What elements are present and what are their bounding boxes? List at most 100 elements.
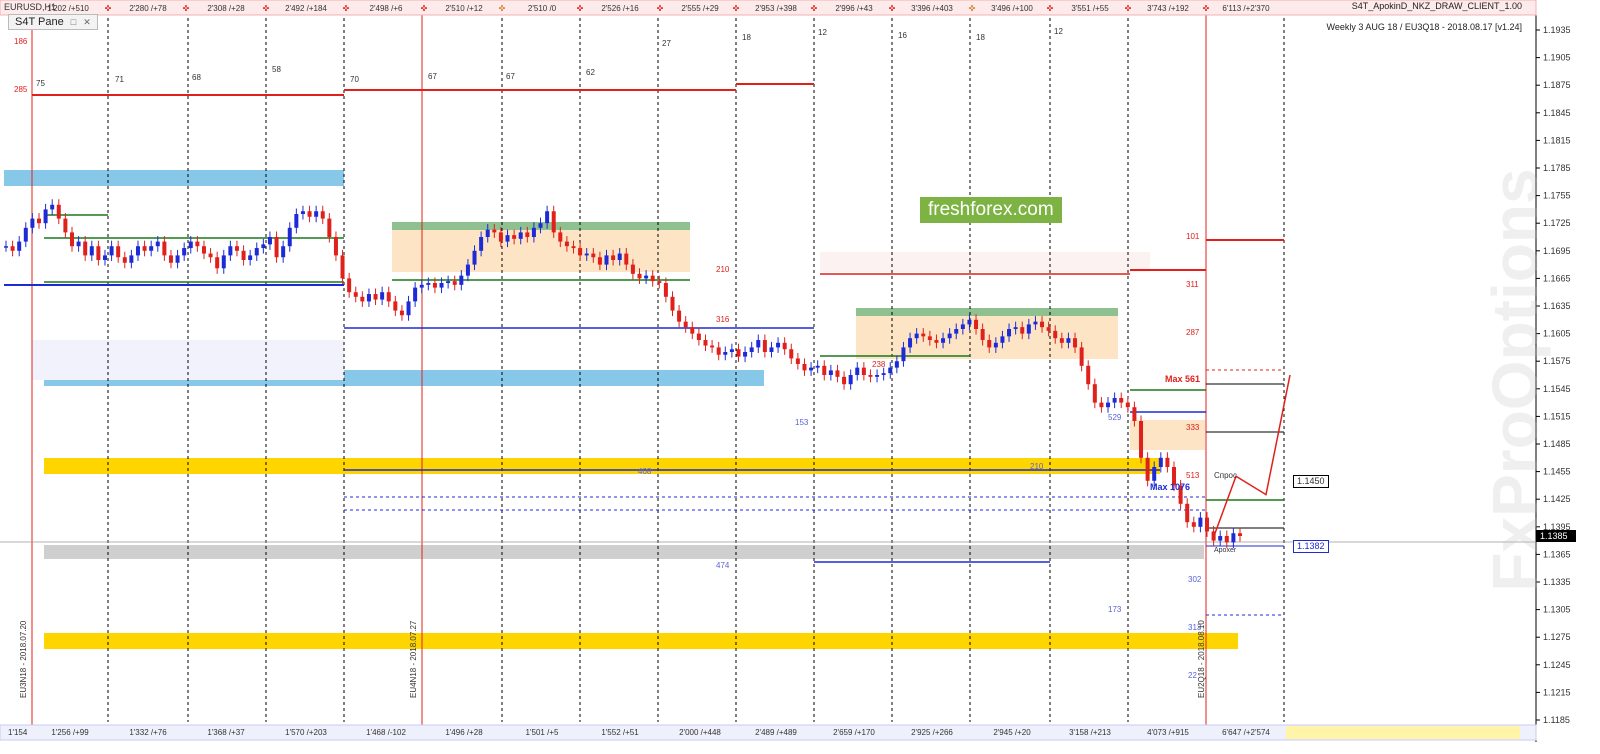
bottom-stat-9: 2'000 /+448 — [679, 728, 721, 737]
candle-body-181 — [1198, 517, 1203, 527]
candle-body-153 — [1013, 327, 1018, 329]
candle-body-146 — [967, 319, 972, 325]
y-tick-label-23: 1.1245 — [1543, 660, 1571, 670]
zone-label: Спрос — [1214, 471, 1237, 480]
candle-body-174 — [1152, 467, 1157, 481]
candle-body-15 — [102, 255, 107, 260]
candle-body-61 — [406, 301, 411, 316]
candle-body-131 — [868, 375, 873, 377]
candle-body-2 — [17, 241, 22, 251]
candle-body-121 — [802, 363, 807, 371]
top-stat-9: 2'953 /+398 — [755, 4, 797, 13]
top-stat-1: 2'280 /+78 — [129, 4, 167, 13]
candle-body-82 — [545, 211, 550, 224]
candle-body-152 — [1007, 329, 1012, 337]
candle-body-138 — [914, 333, 919, 339]
candle-body-132 — [875, 375, 880, 377]
top-marker-13: ✜ — [1047, 4, 1054, 13]
candle-body-148 — [980, 329, 985, 341]
zone-band-4 — [856, 315, 1118, 359]
candle-body-80 — [531, 227, 536, 237]
bottom-stat-11: 2'659 /+170 — [833, 728, 875, 737]
top-marker-15: ✜ — [1203, 4, 1210, 13]
candle-body-43 — [287, 227, 292, 247]
candle-body-13 — [89, 246, 94, 256]
candle-body-170 — [1125, 402, 1130, 408]
small-number-6: 70 — [350, 75, 359, 84]
top-stat-5: 2'510 /+12 — [445, 4, 483, 13]
bottom-stat-14: 3'158 /+213 — [1069, 728, 1111, 737]
small-number-13: 16 — [898, 31, 907, 40]
bottom-stats-bar: 1'154 1'256 /+99 1'332 /+76 1'368 /+37 1'570… — [0, 724, 1537, 741]
top-stat-11: 3'396 /+403 — [911, 4, 953, 13]
bottom-stat-15: 4'073 /+915 — [1147, 728, 1189, 737]
level-label-10: 238 — [872, 360, 886, 369]
small-number-15: 12 — [1054, 27, 1063, 36]
candle-body-0 — [4, 246, 8, 248]
candle-body-17 — [116, 246, 121, 258]
candle-body-62 — [413, 287, 418, 302]
bottom-stat-2: 1'332 /+76 — [129, 728, 167, 737]
candle-body-34 — [228, 246, 233, 256]
candle-body-160 — [1059, 338, 1064, 343]
small-number-7: 67 — [428, 72, 437, 81]
candle-body-162 — [1073, 338, 1078, 348]
top-marker-4: ✜ — [343, 4, 350, 13]
y-tick-label-4: 1.1815 — [1543, 135, 1571, 145]
candle-body-163 — [1079, 347, 1084, 366]
zone-band-0 — [4, 170, 344, 186]
candle-body-16 — [109, 246, 114, 256]
top-stat-12: 3'496 /+100 — [991, 4, 1033, 13]
candle-body-123 — [815, 365, 820, 368]
candle-body-41 — [274, 237, 279, 258]
y-tick-label-25: 1.1185 — [1543, 715, 1570, 725]
symbol-label: EURUSD,H1 — [4, 2, 57, 12]
candle-body-97 — [644, 275, 649, 279]
candle-body-109 — [723, 352, 728, 355]
candle-body-135 — [894, 361, 899, 368]
candle-body-54 — [360, 296, 365, 302]
candle-body-63 — [419, 284, 424, 288]
price-box-upper: 1.1450 — [1293, 475, 1329, 488]
candle-body-143 — [947, 333, 952, 339]
candle-body-49 — [327, 218, 332, 237]
candle-body-84 — [558, 232, 563, 242]
candle-body-144 — [954, 329, 959, 334]
close-icon[interactable]: ✕ — [83, 17, 91, 27]
candle-body-102 — [677, 310, 682, 322]
candle-body-149 — [987, 340, 992, 348]
level-label-12: 529 — [1108, 413, 1122, 422]
top-marker-7: ✜ — [577, 4, 584, 13]
candle-body-6 — [43, 209, 48, 224]
top-marker-9: ✜ — [733, 4, 740, 13]
candle-body-71 — [472, 250, 477, 265]
candle-body-14 — [96, 246, 101, 260]
top-marker-5: ✜ — [421, 4, 428, 13]
restore-icon[interactable]: □ — [71, 17, 76, 27]
pane-tab[interactable]: S4T Pane □ ✕ — [8, 14, 98, 30]
candle-body-55 — [366, 294, 371, 302]
candle-body-139 — [921, 333, 926, 337]
candle-body-56 — [373, 294, 378, 300]
zone-band-7 — [44, 633, 1238, 649]
candle-body-18 — [122, 257, 127, 263]
candle-body-126 — [835, 370, 840, 377]
small-number-10: 27 — [662, 39, 671, 48]
candle-body-37 — [248, 255, 253, 260]
candle-body-104 — [690, 327, 695, 334]
candle-body-7 — [50, 204, 55, 210]
top-marker-10: ✜ — [811, 4, 818, 13]
small-number-11: 18 — [742, 33, 751, 42]
candle-body-86 — [571, 246, 576, 249]
candle-body-35 — [234, 246, 239, 251]
small-number-1: 285 — [14, 85, 28, 94]
y-tick-label-1: 1.1905 — [1543, 53, 1571, 63]
candle-body-187 — [1238, 533, 1242, 536]
zone-band-8 — [44, 545, 1204, 559]
candle-body-117 — [776, 342, 781, 348]
candle-body-157 — [1040, 321, 1045, 328]
small-number-12: 12 — [818, 28, 827, 37]
candle-body-168 — [1112, 398, 1117, 403]
candle-body-114 — [756, 340, 761, 348]
candle-body-10 — [69, 232, 74, 247]
